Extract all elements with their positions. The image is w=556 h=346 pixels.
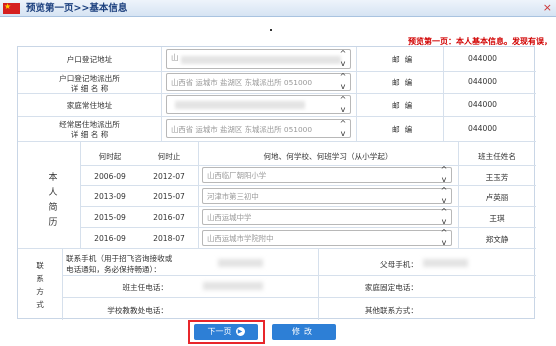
household-police-field[interactable]: 山西省 运城市 盐湖区 东城派出所 051000 ^ v (166, 72, 351, 91)
home-address-label: 家庭常住地址 (66, 101, 113, 110)
teacher-phone-label: 班主任电话： (122, 283, 168, 292)
postcode-label: 邮编 (392, 101, 418, 110)
other-contact-label: 其他联系方式： (364, 306, 418, 315)
home-phone-label: 家庭固定电话： (364, 283, 418, 292)
col-place: 何地、何学校、何班学习（从小学起） (263, 152, 393, 161)
resume-place-field[interactable]: 山西运城市学院附中 ^ v (202, 228, 452, 247)
close-icon[interactable]: × (543, 0, 552, 16)
info-table: 户口登记地址 山 ^ v 邮编 044000 户口登记地派出所 详 细 名 称 山… (17, 46, 536, 320)
resume-teacher: 王琪 (489, 214, 505, 223)
resume-section-title: 本人简历 (48, 173, 58, 228)
household-address-field[interactable]: 山 ^ v (166, 49, 351, 69)
next-page-button[interactable]: 下一页 ▶ (194, 324, 258, 340)
school-phone-label: 学校教教处电话： (107, 306, 168, 315)
parent-phone-value (423, 259, 468, 267)
col-start: 何时起 (98, 152, 122, 161)
postcode-value: 044000 (468, 54, 497, 63)
resume-teacher: 郑文静 (485, 235, 509, 244)
resume-end: 2018-07 (153, 234, 185, 243)
postcode-label: 邮编 (392, 125, 418, 134)
resume-start: 2015-09 (94, 213, 126, 222)
resume-end: 2015-07 (153, 192, 185, 201)
resume-place-field[interactable]: 山西运城中学 ^ v (202, 207, 452, 226)
next-page-label: 下一页 (207, 327, 232, 336)
postcode-label: 邮编 (392, 78, 418, 87)
residence-police-field[interactable]: 山西省 运城市 盐湖区 东城派出所 051000 ^ v (166, 119, 351, 138)
detail-name-label: 详 细 名 称 (70, 130, 109, 139)
postcode-value: 044000 (468, 124, 497, 133)
phone-value (218, 259, 263, 267)
resume-teacher: 卢英丽 (485, 193, 509, 202)
resume-end: 2012-07 (153, 172, 185, 181)
china-flag-icon: ★ (3, 2, 20, 14)
edit-button[interactable]: 修改 (272, 324, 336, 340)
postcode-value: 044000 (468, 100, 497, 109)
resume-start: 2006-09 (94, 172, 126, 181)
resume-place-field[interactable]: 河津市第三初中 ^ v (202, 186, 452, 205)
resume-place-field[interactable]: 山西临厂朝阳小学 ^ v (202, 165, 452, 184)
household-address-label: 户口登记地址 (66, 55, 113, 64)
teacher-phone-value (203, 282, 263, 290)
resume-start: 2013-09 (94, 192, 126, 201)
postcode-value: 044000 (468, 77, 497, 86)
detail-name-label: 详 细 名 称 (70, 84, 109, 93)
separator-dot (270, 29, 272, 31)
col-end: 何时止 (157, 152, 181, 161)
home-address-field[interactable]: ^ v (166, 95, 351, 114)
arrow-right-icon: ▶ (235, 327, 245, 336)
resume-end: 2016-07 (153, 213, 185, 222)
parent-phone-label: 父母手机： (380, 260, 418, 269)
title-bar: ★ 预览第一页>>基本信息 × (0, 0, 556, 17)
postcode-label: 邮编 (392, 55, 418, 64)
col-teacher: 班主任姓名 (478, 152, 516, 161)
page-title: 预览第一页>>基本信息 (26, 3, 128, 14)
resume-teacher: 王玉芳 (485, 173, 509, 182)
phone-label: 联系手机（用于招飞咨询接收或 (66, 254, 173, 263)
resume-start: 2016-09 (94, 234, 126, 243)
contact-section-title: 联系方式 (36, 261, 44, 309)
phone-label-2: 电话通知，务必保持畅通）： (66, 265, 161, 274)
